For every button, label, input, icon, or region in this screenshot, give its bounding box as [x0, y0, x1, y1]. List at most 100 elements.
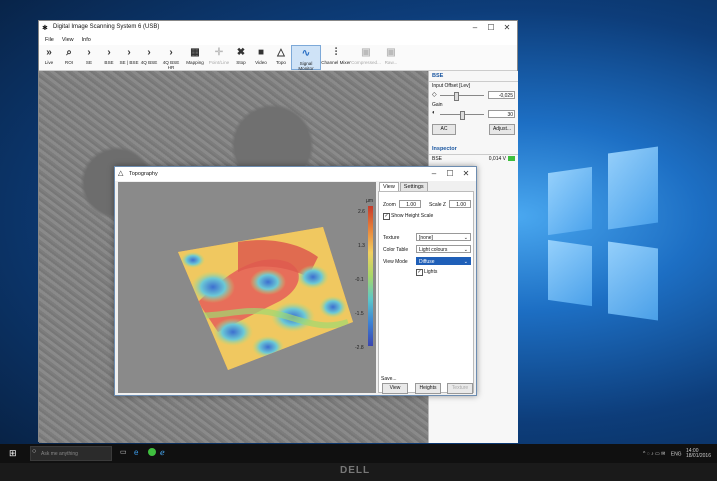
channel-mixer-button[interactable]: ⫶ Channel Mixer [321, 45, 351, 70]
chevron-right-icon: › [169, 47, 173, 58]
tray-icons: ^ ◌ ♪ ▭ ✉ [643, 451, 666, 458]
save-icon: ▣ [361, 47, 371, 58]
view-mode-select[interactable]: Diffuse ⌄ [416, 257, 471, 265]
raw-button[interactable]: ▣ Raw... [381, 45, 401, 70]
magnifier-icon: ⌕ [66, 47, 72, 58]
texture-select[interactable]: [none] ⌄ [416, 233, 471, 241]
maximize-icon[interactable]: ☐ [442, 168, 458, 180]
crosshair-icon: ✛ [214, 47, 224, 58]
windows-logo-pane-tr [608, 146, 658, 230]
4q-bse-button[interactable]: › 4Q BSE [139, 45, 159, 70]
video-button[interactable]: ■ Video [251, 45, 271, 70]
windows-start-icon[interactable]: ⊞ [9, 448, 17, 459]
scale-label-2: 1.3 [358, 243, 365, 249]
chevron-right-icon: › [147, 47, 151, 58]
search-icon: ○ [32, 448, 37, 455]
4q-bse-hr-button[interactable]: › 4Q BSE HR [159, 45, 183, 70]
minimize-icon[interactable]: – [467, 22, 483, 34]
chevron-right-icon: › [87, 47, 91, 58]
chevron-right-icon: › [107, 47, 111, 58]
diamond-icon: ◇ [432, 92, 437, 98]
app-green-icon[interactable] [148, 448, 156, 456]
scale-unit: µm [366, 198, 374, 204]
show-height-scale-checkbox[interactable]: ✓ [383, 213, 390, 220]
system-tray: ^ ◌ ♪ ▭ ✉ ENG 14:00 18/01/2016 [643, 449, 711, 459]
zoom-label: Zoom [383, 202, 396, 208]
adjust-button[interactable]: Adjust... [489, 124, 515, 135]
input-offset-row: ◇ -0,025 [432, 91, 515, 101]
save-texture-button[interactable]: Texture [447, 383, 473, 394]
topo-button[interactable]: △ Topo [271, 45, 291, 70]
save-heights-button[interactable]: Heights [415, 383, 441, 394]
gain-row: ◐ 30 [432, 110, 515, 120]
triangle-icon: △ [118, 170, 124, 177]
triangle-icon: △ [277, 47, 285, 58]
gain-value[interactable]: 30 [488, 110, 515, 118]
grid-icon: ▦ [190, 47, 200, 58]
tab-view[interactable]: View [379, 182, 399, 191]
taskbar-search-input[interactable]: Ask me anything [30, 446, 112, 461]
bse-section-header: BSE [429, 71, 518, 82]
edge-browser-icon[interactable]: e [134, 448, 144, 458]
color-table-select[interactable]: Light colours ⌄ [416, 245, 471, 253]
lang-indicator[interactable]: ENG [671, 451, 682, 457]
gain-slider-thumb[interactable] [460, 111, 465, 120]
menu-file[interactable]: File [45, 35, 54, 45]
se-bse-button[interactable]: › SE | BSE [119, 45, 139, 70]
scalez-spinbox[interactable]: 1.00 [449, 200, 471, 208]
color-table-label: Color Table [383, 247, 409, 253]
save-view-button[interactable]: View [382, 383, 408, 394]
topography-3d-view[interactable]: µm 2.6 1.3 -0.1 -1.5 -2.8 [118, 182, 376, 393]
ac-button[interactable]: AC [432, 124, 456, 135]
close-icon[interactable]: ✕ [458, 168, 474, 180]
close-icon[interactable]: ✕ [499, 22, 515, 34]
point-line-button[interactable]: ✛ Point/Line [207, 45, 231, 70]
scalez-label: Scale Z [429, 202, 446, 208]
fast-forward-icon: » [46, 47, 52, 58]
contrast-icon: ◐ [432, 110, 436, 116]
bse-button[interactable]: › BSE [99, 45, 119, 70]
view-settings-panel: Zoom 1.00 Scale Z 1.00 ✓ Show Height Sca… [378, 191, 474, 394]
tab-settings[interactable]: Settings [399, 182, 428, 191]
save-icon: ▣ [386, 47, 396, 58]
mapping-button[interactable]: ▦ Mapping [183, 45, 207, 70]
clock[interactable]: 14:00 18/01/2016 [686, 449, 711, 459]
height-colorbar [368, 206, 373, 346]
scale-label-4: -1.5 [355, 311, 364, 317]
roi-button[interactable]: ⌕ ROI [59, 45, 79, 70]
compressed-button[interactable]: ▣ Compressed... [351, 45, 381, 70]
topography-surface [178, 227, 353, 370]
input-offset-value[interactable]: -0,025 [488, 91, 515, 99]
live-button[interactable]: » Live [39, 45, 59, 70]
video-camera-icon: ■ [257, 47, 265, 58]
task-view-icon[interactable]: ▭ [120, 448, 130, 458]
windows-logo-pane-br [608, 241, 658, 321]
stop-button[interactable]: ✖ Stop [231, 45, 251, 70]
topography-tabs: View Settings [379, 182, 428, 191]
toolbar: » Live ⌕ ROI › SE › BSE › SE | BSE › 4Q BSE › 4… [39, 45, 517, 71]
taskbar: ⊞ Ask me anything ○ ▭ e ℯ ^ ◌ ♪ ▭ ✉ ENG … [0, 444, 717, 463]
scale-label-1: 2.6 [358, 209, 365, 215]
chevron-down-icon: ⌄ [463, 247, 468, 253]
topography-window: △ Topography – ☐ ✕ µm 2.6 1.3 -0.1 -1.5 … [114, 166, 477, 396]
chevron-down-icon: ⌄ [463, 235, 468, 241]
zoom-spinbox[interactable]: 1.00 [399, 200, 421, 208]
input-offset-slider-track[interactable] [440, 95, 484, 96]
input-offset-slider-thumb[interactable] [454, 92, 459, 101]
minimize-icon[interactable]: – [426, 168, 442, 180]
show-height-scale-label: Show Height Scale [391, 213, 434, 219]
signal-monitor-button[interactable]: ∿ Signal Monitor [291, 45, 321, 71]
menu-view[interactable]: View [62, 35, 74, 45]
view-mode-label: View Mode [383, 259, 408, 265]
ie-browser-icon[interactable]: ℯ [160, 448, 170, 458]
topography-title: Topography [129, 171, 158, 177]
topography-title-bar: △ Topography – ☐ ✕ [115, 167, 476, 181]
inspector-channel: BSE [432, 156, 443, 162]
menu-info[interactable]: Info [82, 35, 91, 45]
main-window-title: Digital Image Scanning System 6 (USB) [53, 24, 160, 30]
se-button[interactable]: › SE [79, 45, 99, 70]
lights-checkbox[interactable]: ✓ [416, 269, 423, 276]
maximize-icon[interactable]: ☐ [483, 22, 499, 34]
inspector-value: 0,014 V [488, 156, 506, 162]
mixer-icon: ⫶ [334, 47, 338, 58]
